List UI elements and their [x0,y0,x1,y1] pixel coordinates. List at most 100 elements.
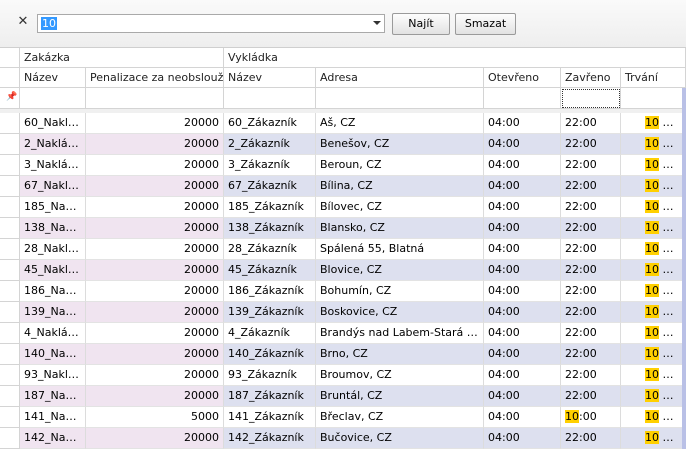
cell-closed[interactable]: 22:00 [561,239,621,260]
cell-duration[interactable]: 10 min [621,197,686,218]
cell-order-name[interactable]: 185_Nakl... [20,197,86,218]
cell-address[interactable]: Bílovec, CZ [316,197,484,218]
cell-opened[interactable]: 04:00 [484,176,561,197]
column-header-opened[interactable]: Otevřeno [484,68,561,88]
cell-penalty[interactable]: 20000 [86,281,224,302]
cell-penalty[interactable]: 20000 [86,302,224,323]
row-indicator[interactable] [0,407,20,428]
cell-unload-name[interactable]: 67_Zákazník [224,176,316,197]
chevron-down-icon[interactable] [373,21,381,25]
cell-address[interactable]: Brno, CZ [316,344,484,365]
cell-unload-name[interactable]: 28_Zákazník [224,239,316,260]
cell-duration[interactable]: 10 min [621,428,686,449]
cell-order-name[interactable]: 138_Nakl... [20,218,86,239]
cell-opened[interactable]: 04:00 [484,218,561,239]
cell-penalty[interactable]: 5000 [86,407,224,428]
cell-penalty[interactable]: 20000 [86,113,224,134]
cell-unload-name[interactable]: 4_Zákazník [224,323,316,344]
cell-address[interactable]: Bohumín, CZ [316,281,484,302]
row-indicator[interactable] [0,302,20,323]
cell-duration[interactable]: 10 min [621,239,686,260]
cell-duration[interactable]: 10 min [621,155,686,176]
table-row[interactable]: 142_Nakl... 20000 142_Zákazník Bučovice, CZ… [0,428,686,449]
cell-unload-name[interactable]: 3_Zákazník [224,155,316,176]
cell-duration[interactable]: 10 min [621,113,686,134]
cell-opened[interactable]: 04:00 [484,113,561,134]
row-indicator[interactable] [0,344,20,365]
cell-closed[interactable]: 22:00 [561,365,621,386]
cell-unload-name[interactable]: 187_Zákazník [224,386,316,407]
cell-closed[interactable]: 22:00 [561,323,621,344]
table-row[interactable]: 28_Naklá... 20000 28_Zákazník Spálená 55, B… [0,239,686,260]
row-indicator[interactable] [0,365,20,386]
cell-duration[interactable]: 10 min [621,323,686,344]
row-indicator[interactable] [0,239,20,260]
cell-duration[interactable]: 10 min [621,134,686,155]
cell-penalty[interactable]: 20000 [86,155,224,176]
close-icon[interactable]: ✕ [17,15,29,29]
cell-order-name[interactable]: 67_Naklá... [20,176,86,197]
cell-closed[interactable]: 22:00 [561,134,621,155]
cell-penalty[interactable]: 20000 [86,386,224,407]
row-indicator[interactable] [0,281,20,302]
cell-unload-name[interactable]: 45_Zákazník [224,260,316,281]
cell-address[interactable]: Bruntál, CZ [316,386,484,407]
row-indicator[interactable] [0,386,20,407]
cell-opened[interactable]: 04:00 [484,365,561,386]
table-row[interactable]: 67_Naklá... 20000 67_Zákazník Bílina, CZ 04:… [0,176,686,197]
row-indicator[interactable] [0,176,20,197]
column-header-unload-name[interactable]: Název [224,68,316,88]
cell-opened[interactable]: 04:00 [484,344,561,365]
cell-closed[interactable]: 10:00 [561,407,621,428]
cell-penalty[interactable]: 20000 [86,176,224,197]
cell-order-name[interactable]: 93_Naklá... [20,365,86,386]
cell-unload-name[interactable]: 142_Zákazník [224,428,316,449]
filter-cell-duration[interactable] [621,88,686,109]
cell-unload-name[interactable]: 60_Zákazník [224,113,316,134]
cell-opened[interactable]: 04:00 [484,407,561,428]
cell-opened[interactable]: 04:00 [484,428,561,449]
cell-closed[interactable]: 22:00 [561,113,621,134]
cell-closed[interactable]: 22:00 [561,281,621,302]
cell-unload-name[interactable]: 141_Zákazník [224,407,316,428]
cell-duration[interactable]: 10 min [621,176,686,197]
cell-address[interactable]: Brandýs nad Labem-Stará Bole... [316,323,484,344]
row-indicator[interactable] [0,260,20,281]
cell-penalty[interactable]: 20000 [86,323,224,344]
cell-opened[interactable]: 04:00 [484,239,561,260]
cell-order-name[interactable]: 139_Nakl... [20,302,86,323]
cell-address[interactable]: Beroun, CZ [316,155,484,176]
cell-order-name[interactable]: 140_Nakl... [20,344,86,365]
cell-unload-name[interactable]: 93_Zákazník [224,365,316,386]
cell-closed[interactable]: 22:00 [561,428,621,449]
cell-order-name[interactable]: 3_Nakládka [20,155,86,176]
cell-address[interactable]: Bučovice, CZ [316,428,484,449]
cell-closed[interactable]: 22:00 [561,155,621,176]
cell-address[interactable]: Bílina, CZ [316,176,484,197]
search-combobox[interactable]: 10 [37,14,385,33]
column-header-penalty[interactable]: Penalizace za neobsloužení [86,68,224,88]
cell-order-name[interactable]: 45_Naklá... [20,260,86,281]
table-row[interactable]: 140_Nakl... 20000 140_Zákazník Brno, CZ 04:0… [0,344,686,365]
cell-order-name[interactable]: 28_Naklá... [20,239,86,260]
cell-order-name[interactable]: 2_Nakládka [20,134,86,155]
column-header-order-name[interactable]: Název [20,68,86,88]
cell-unload-name[interactable]: 186_Zákazník [224,281,316,302]
row-indicator[interactable] [0,323,20,344]
cell-order-name[interactable]: 187_Nakl... [20,386,86,407]
search-input[interactable]: 10 [41,17,57,30]
cell-closed[interactable]: 22:00 [561,344,621,365]
cell-duration[interactable]: 10 min [621,386,686,407]
filter-cell-unload-name[interactable] [224,88,316,109]
cell-closed[interactable]: 22:00 [561,302,621,323]
cell-duration[interactable]: 10 min [621,281,686,302]
filter-cell-penalty[interactable] [86,88,224,109]
cell-opened[interactable]: 04:00 [484,155,561,176]
cell-penalty[interactable]: 20000 [86,218,224,239]
row-indicator[interactable] [0,155,20,176]
filter-cell-opened[interactable] [484,88,561,109]
row-indicator[interactable] [0,113,20,134]
cell-address[interactable]: Benešov, CZ [316,134,484,155]
filter-cell-order-name[interactable] [20,88,86,109]
cell-penalty[interactable]: 20000 [86,134,224,155]
